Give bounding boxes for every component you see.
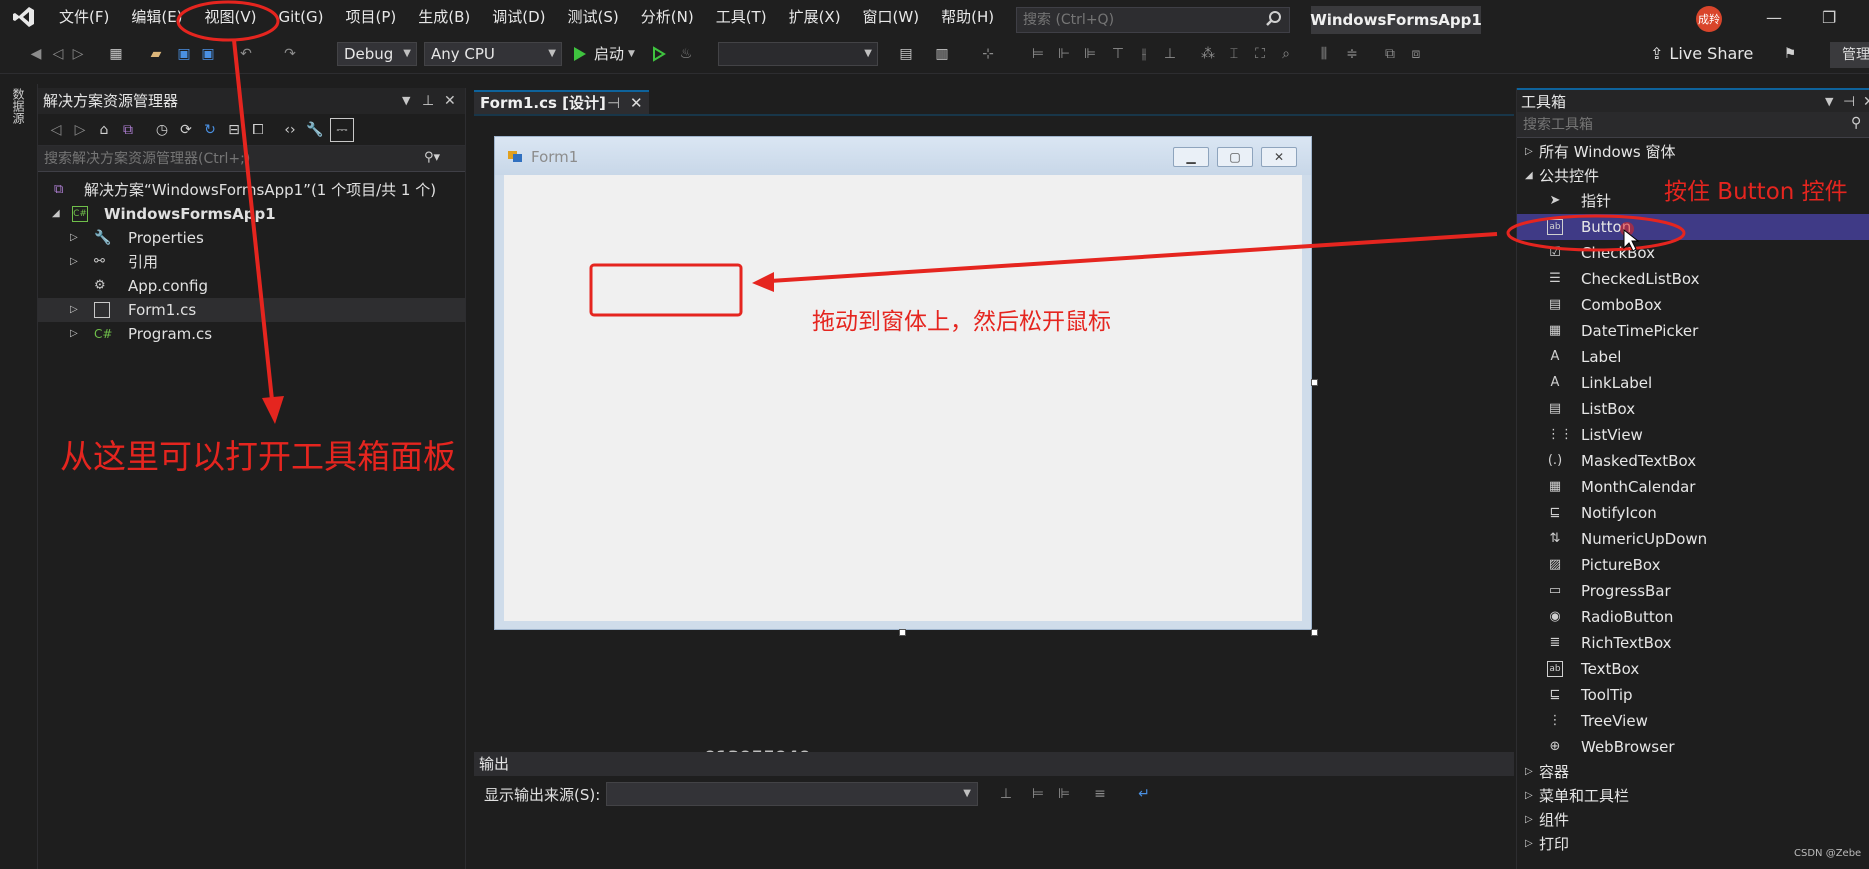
toolbox-hint-text: 从这里可以打开工具箱面板 xyxy=(60,437,456,476)
drag-hint-text: 拖动到窗体上，然后松开鼠标 xyxy=(812,309,1111,335)
button-highlight-circle xyxy=(1506,214,1686,252)
view-menu-arrow xyxy=(232,39,274,401)
arrow-head xyxy=(262,396,284,424)
arrow-head xyxy=(752,272,774,292)
drop-target-box xyxy=(589,263,743,317)
button-hint-text: 按住 Button 控件 xyxy=(1664,179,1848,205)
view-menu-highlight-circle xyxy=(176,0,280,42)
drag-arrow xyxy=(769,232,1498,283)
